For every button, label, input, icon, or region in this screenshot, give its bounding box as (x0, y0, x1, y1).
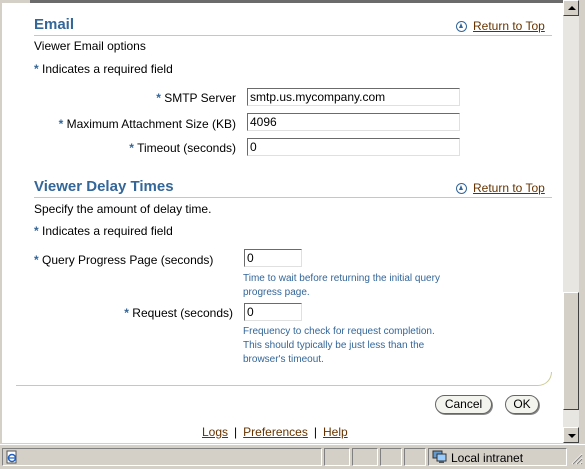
request-seconds-label: * Request (seconds) (124, 306, 233, 320)
ok-button[interactable]: OK (505, 395, 539, 414)
query-progress-page-tip: Time to wait before returning the initia… (243, 273, 440, 298)
scroll-thumb[interactable] (563, 292, 579, 410)
delay-section-title: Viewer Delay Times (34, 178, 174, 195)
resize-grip-icon[interactable] (569, 451, 583, 465)
vertical-scrollbar[interactable] (563, 0, 579, 443)
status-panel-3 (352, 448, 378, 466)
query-progress-page-input[interactable]: 0 (244, 249, 302, 267)
return-to-top-icon[interactable] (456, 182, 467, 194)
status-panel-2 (324, 448, 350, 466)
email-return-to-top-link[interactable]: Return to Top (473, 19, 545, 33)
request-seconds-tip: Frequency to check for request completio… (243, 326, 435, 365)
intranet-computer-icon (432, 450, 447, 463)
status-zone-panel: Local intranet (428, 448, 567, 466)
query-progress-page-label: * Query Progress Page (seconds) (34, 253, 214, 267)
scroll-up-button[interactable] (563, 0, 579, 16)
email-required-note-text: Indicates a required field (42, 62, 173, 76)
preferences-link[interactable]: Preferences (243, 425, 308, 439)
timeout-input[interactable]: 0 (247, 138, 460, 156)
request-seconds-input[interactable]: 0 (244, 303, 302, 321)
status-bar: Local intranet (0, 444, 585, 469)
scroll-down-arrow-icon (568, 434, 576, 438)
browser-content-area: Email Return to Top Viewer Email options… (2, 0, 563, 443)
max-attachment-size-label: * Maximum Attachment Size (KB) (58, 117, 236, 131)
top-frame-edge (2, 0, 563, 3)
email-section-rule (34, 35, 552, 36)
email-return-to-top[interactable]: Return to Top (456, 19, 545, 33)
delay-required-note-text: Indicates a required field (42, 224, 173, 238)
delay-required-note: * Indicates a required field (34, 224, 173, 238)
delay-return-to-top-link[interactable]: Return to Top (473, 181, 545, 195)
status-main-panel (2, 448, 322, 466)
delay-description: Specify the amount of delay time. (34, 202, 212, 216)
smtp-server-input[interactable]: smtp.us.mycompany.com (247, 88, 460, 106)
return-to-top-icon[interactable] (456, 20, 467, 32)
max-attachment-size-input[interactable]: 4096 (247, 113, 460, 131)
scroll-down-button[interactable] (563, 427, 579, 443)
status-panel-4 (380, 448, 402, 466)
smtp-server-label: * SMTP Server (156, 91, 236, 105)
email-description: Viewer Email options (34, 39, 146, 53)
help-link[interactable]: Help (323, 425, 348, 439)
cancel-button[interactable]: Cancel (435, 395, 492, 414)
delay-section-rule (34, 197, 552, 198)
content-bottom-rule (16, 372, 552, 386)
email-required-note: * Indicates a required field (34, 62, 173, 76)
ie-page-icon (6, 450, 17, 464)
logs-link[interactable]: Logs (202, 425, 228, 439)
timeout-label: * Timeout (seconds) (129, 141, 236, 155)
required-star: * (34, 62, 39, 76)
delay-return-to-top[interactable]: Return to Top (456, 181, 545, 195)
email-section-title: Email (34, 16, 75, 33)
status-panel-5 (404, 448, 426, 466)
scroll-up-arrow-icon (568, 6, 576, 10)
footer-links: Logs | Preferences | Help (202, 425, 348, 439)
status-zone-text: Local intranet (451, 451, 524, 465)
